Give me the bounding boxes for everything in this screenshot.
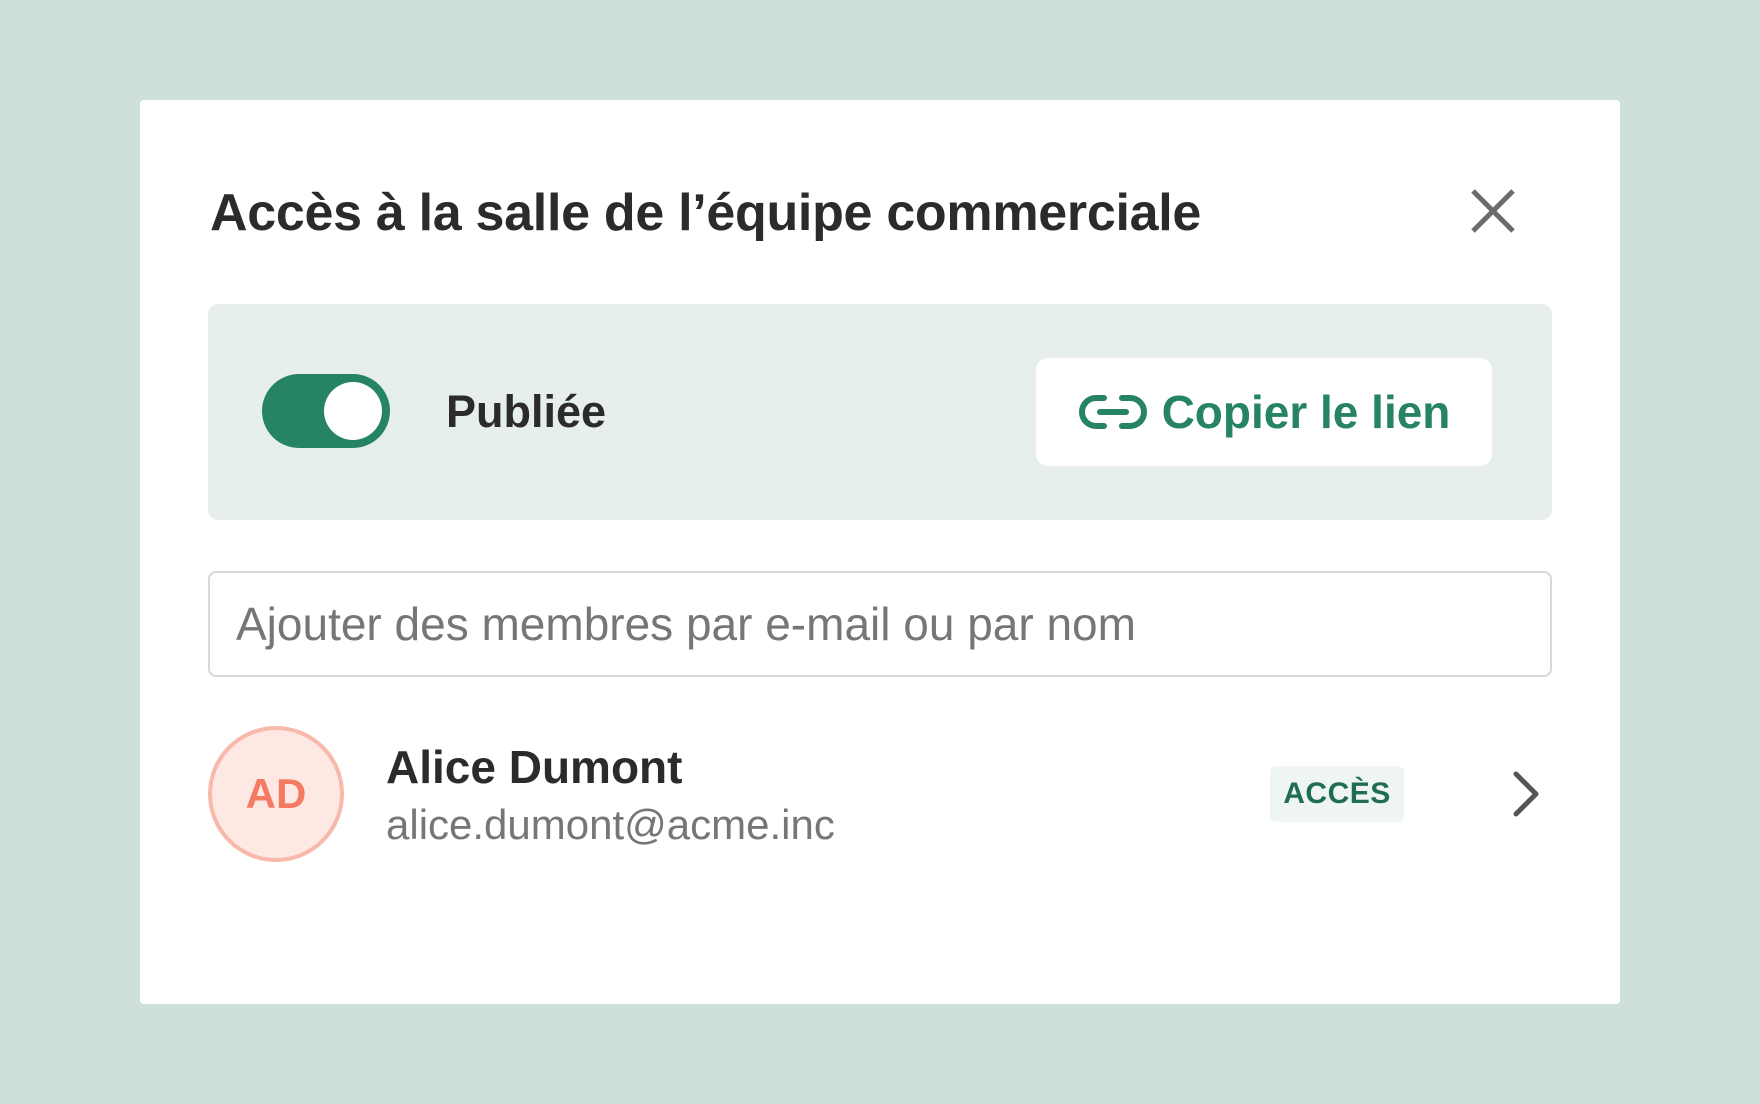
publish-label: Publiée bbox=[446, 386, 607, 437]
chevron-right-icon bbox=[1513, 771, 1539, 817]
access-badge: ACCÈS bbox=[1270, 766, 1404, 822]
member-row[interactable]: AD Alice Dumont alice.dumont@acme.inc AC… bbox=[208, 726, 1552, 862]
copy-link-label: Copier le lien bbox=[1161, 386, 1451, 438]
publish-toggle[interactable] bbox=[262, 374, 390, 448]
member-email: alice.dumont@acme.inc bbox=[386, 801, 835, 848]
link-icon bbox=[1078, 395, 1147, 429]
dialog-title: Accès à la salle de l’équipe commerciale bbox=[210, 184, 1201, 242]
member-name: Alice Dumont bbox=[386, 741, 683, 793]
toggle-knob bbox=[324, 382, 382, 440]
publish-panel: Publiée Copier le lien bbox=[208, 304, 1552, 520]
close-icon bbox=[1471, 189, 1515, 233]
close-button[interactable] bbox=[1460, 178, 1526, 244]
add-members-input[interactable] bbox=[208, 571, 1552, 677]
member-details-button[interactable] bbox=[1506, 768, 1546, 820]
share-room-dialog: Accès à la salle de l’équipe commerciale… bbox=[140, 100, 1620, 1004]
avatar: AD bbox=[208, 726, 344, 862]
copy-link-button[interactable]: Copier le lien bbox=[1036, 358, 1492, 466]
